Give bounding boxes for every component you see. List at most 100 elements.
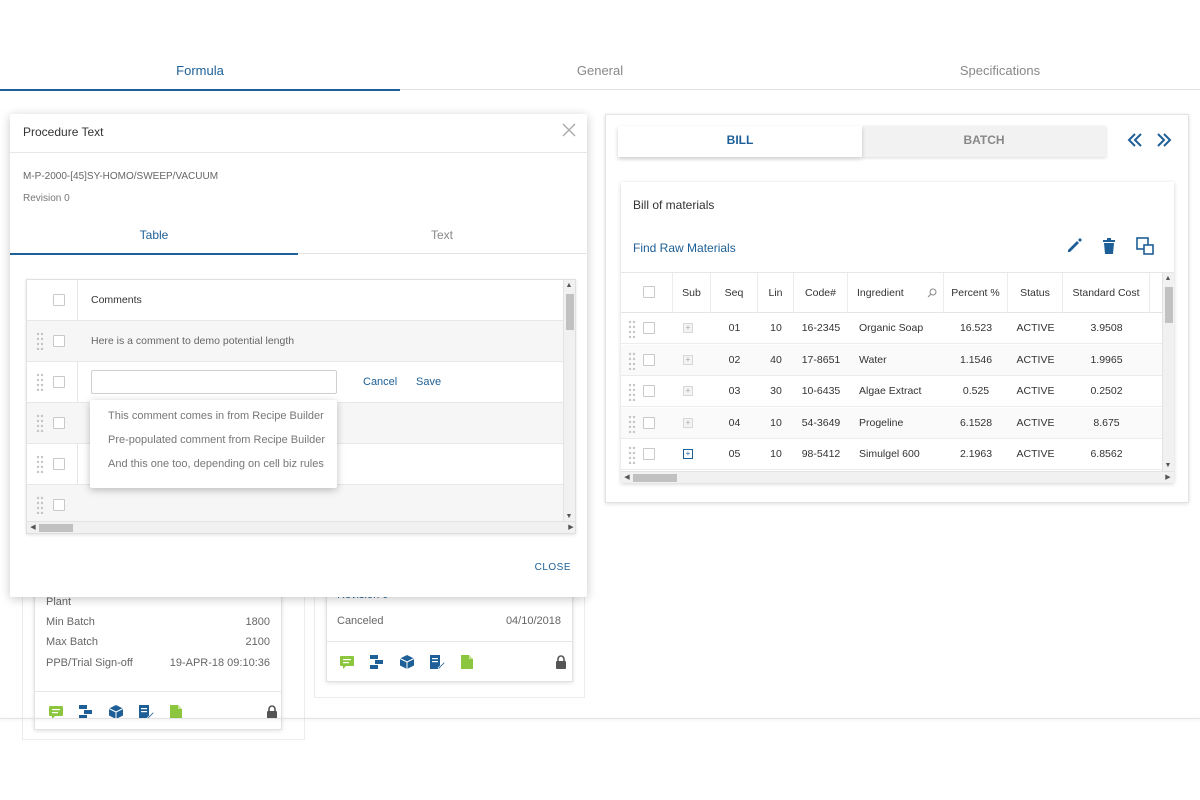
cell-ingredient: Organic Soap <box>859 322 924 334</box>
comment-input[interactable] <box>91 370 337 394</box>
find-raw-materials-link[interactable]: Find Raw Materials <box>633 241 736 255</box>
row-checkbox[interactable] <box>53 417 65 429</box>
min-batch-value: 1800 <box>245 616 270 628</box>
row-checkbox[interactable] <box>643 448 655 460</box>
table-row[interactable]: +04 10 54-3649 Progeline 6.1528 ACTIVE 8.675 <box>621 407 1162 439</box>
scroll-up-icon[interactable]: ▲ <box>1163 274 1173 284</box>
suggestion-item[interactable]: And this one too, depending on cell biz … <box>108 458 324 470</box>
expand-sub-icon[interactable]: + <box>683 354 693 365</box>
expand-sub-icon[interactable]: + <box>683 417 693 428</box>
lock-icon[interactable] <box>553 654 569 670</box>
horizontal-scrollbar[interactable]: ◀ ▶ <box>27 521 575 533</box>
col-seq[interactable]: Seq <box>711 273 758 313</box>
tab-text[interactable]: Text <box>298 222 586 254</box>
col-code[interactable]: Code# <box>794 273 848 313</box>
drag-handle-icon[interactable] <box>628 446 636 464</box>
scroll-thumb[interactable] <box>566 294 574 330</box>
procedure-text-modal: Procedure Text M-P-2000-[45]SY-HOMO/SWEE… <box>10 114 587 597</box>
drag-handle-icon[interactable] <box>628 320 636 338</box>
drag-handle-icon[interactable] <box>628 383 636 401</box>
cell-lin: 10 <box>770 448 782 460</box>
process-icon[interactable] <box>369 654 385 670</box>
cell-cost: 8.675 <box>1093 416 1120 429</box>
table-row[interactable]: +02 40 17-8651 Water 1.1546 ACTIVE 1.9965 <box>621 344 1162 376</box>
cell-seq: 02 <box>728 353 741 366</box>
max-batch-value: 2100 <box>245 636 270 648</box>
col-standard-cost[interactable]: Standard Cost <box>1063 273 1150 313</box>
row-checkbox[interactable] <box>643 416 655 429</box>
drag-handle-icon[interactable] <box>628 352 636 370</box>
modal-tab-bar: Table Text <box>10 222 587 255</box>
close-button[interactable]: CLOSE <box>535 562 571 573</box>
edit-doc-icon[interactable] <box>429 654 445 670</box>
col-percent[interactable]: Percent % <box>944 273 1008 313</box>
expand-sub-icon[interactable]: + <box>683 386 693 396</box>
select-all-checkbox[interactable] <box>643 286 655 298</box>
scroll-left-icon[interactable]: ◀ <box>28 523 38 533</box>
row-checkbox[interactable] <box>643 353 655 366</box>
drag-handle-icon[interactable] <box>36 496 44 514</box>
vertical-scrollbar[interactable]: ▲ ▼ <box>563 280 575 523</box>
row-checkbox[interactable] <box>53 458 65 470</box>
tab-specifications[interactable]: Specifications <box>800 52 1200 90</box>
scroll-down-icon[interactable]: ▼ <box>1163 461 1173 471</box>
scroll-thumb[interactable] <box>39 524 73 532</box>
cube-icon[interactable] <box>399 654 415 670</box>
tab-formula[interactable]: Formula <box>0 52 400 91</box>
suggestion-item[interactable]: This comment comes in from Recipe Builde… <box>108 410 324 422</box>
suggestion-item[interactable]: Pre-populated comment from Recipe Builde… <box>108 434 325 446</box>
select-all-checkbox[interactable] <box>53 294 65 306</box>
scroll-thumb[interactable] <box>1165 287 1173 323</box>
double-chevron-right-icon[interactable] <box>1153 129 1175 151</box>
expand-sub-icon[interactable]: + <box>683 323 693 333</box>
trash-icon[interactable] <box>1100 237 1118 255</box>
cell-code: 10-6435 <box>801 385 841 397</box>
drag-handle-icon[interactable] <box>36 332 44 350</box>
save-button[interactable]: Save <box>416 376 441 388</box>
modal-divider <box>10 152 587 153</box>
double-chevron-left-icon[interactable] <box>1124 129 1146 151</box>
scroll-right-icon[interactable]: ▶ <box>1163 473 1173 483</box>
drag-handle-icon[interactable] <box>628 415 636 433</box>
tab-general[interactable]: General <box>400 52 800 90</box>
scroll-up-icon[interactable]: ▲ <box>564 281 574 291</box>
drag-handle-icon[interactable] <box>36 414 44 432</box>
close-icon[interactable] <box>561 122 577 138</box>
bill-batch-panel: BILL BATCH Bill of materials Find Raw Ma… <box>605 114 1189 503</box>
scroll-left-icon[interactable]: ◀ <box>622 473 632 483</box>
table-row-editing: Cancel Save <box>27 362 565 403</box>
scroll-right-icon[interactable]: ▶ <box>566 523 575 533</box>
vertical-scrollbar[interactable]: ▲ ▼ <box>1162 273 1174 472</box>
drag-handle-icon[interactable] <box>36 373 44 391</box>
comment-icon[interactable] <box>339 654 355 670</box>
cell-seq: 04 <box>728 416 741 429</box>
col-ingredient[interactable]: Ingredient <box>848 273 944 313</box>
table-row[interactable]: +03 30 10-6435 Algae Extract 0.525 ACTIVE 0.25… <box>621 376 1162 407</box>
col-lin[interactable]: Lin <box>758 273 794 313</box>
col-status[interactable]: Status <box>1008 273 1063 313</box>
status-label: Canceled <box>337 615 384 627</box>
expand-sub-icon[interactable]: + <box>683 449 693 459</box>
row-checkbox[interactable] <box>53 335 65 347</box>
search-icon[interactable] <box>927 288 937 298</box>
cell-status: ACTIVE <box>1016 322 1055 334</box>
copy-icon[interactable] <box>1136 237 1154 255</box>
table-row[interactable]: +01 10 16-2345 Organic Soap 16.523 ACTIVE 3.95… <box>621 313 1162 344</box>
row-checkbox[interactable] <box>53 499 65 511</box>
col-sub[interactable]: Sub <box>673 273 711 313</box>
table-row[interactable]: +05 10 98-5412 Simulgel 600 2.1963 ACTIVE 6.85… <box>621 439 1162 470</box>
document-icon[interactable] <box>459 654 475 670</box>
row-checkbox[interactable] <box>643 385 655 397</box>
cancel-button[interactable]: Cancel <box>363 376 397 388</box>
tab-table[interactable]: Table <box>10 222 298 255</box>
segment-bill[interactable]: BILL <box>618 126 862 157</box>
drag-handle-icon[interactable] <box>36 455 44 473</box>
row-checkbox[interactable] <box>643 322 655 334</box>
horizontal-scrollbar[interactable]: ◀ ▶ <box>621 471 1174 483</box>
scroll-thumb[interactable] <box>633 474 677 482</box>
row-checkbox[interactable] <box>53 376 65 388</box>
segment-batch[interactable]: BATCH <box>862 126 1106 157</box>
pencil-icon[interactable] <box>1065 237 1083 255</box>
comment-text: Here is a comment to demo potential leng… <box>91 335 295 347</box>
table-row: Here is a comment to demo potential leng… <box>27 321 565 362</box>
